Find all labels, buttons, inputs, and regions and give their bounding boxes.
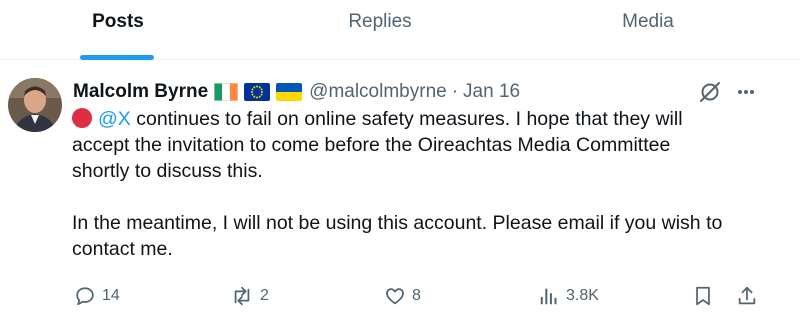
- ireland-flag-icon: [214, 83, 239, 101]
- post-text-line-1: @X continues to fail on online safety me…: [72, 106, 772, 132]
- post-date[interactable]: Jan 16: [463, 81, 520, 103]
- reply-count: 14: [102, 287, 120, 304]
- tab-replies-label: Replies: [348, 11, 412, 32]
- tab-media-label: Media: [622, 11, 674, 32]
- tab-replies[interactable]: Replies: [330, 0, 430, 60]
- share-icon: [738, 286, 756, 305]
- avatar-photo: [8, 78, 62, 132]
- repost-button[interactable]: 2: [230, 280, 269, 312]
- reply-icon: [76, 287, 94, 306]
- post-text: @X continues to fail on online safety me…: [72, 106, 772, 262]
- post-text-line-1-rest: continues to fail on online safety measu…: [130, 108, 683, 130]
- active-tab-indicator: [80, 55, 154, 60]
- ukraine-flag-icon: [276, 83, 303, 101]
- post-header: Malcolm Byrne @malcolmbyrne · Jan 16: [73, 78, 520, 106]
- grok-icon[interactable]: [698, 80, 722, 109]
- header-separator: ·: [451, 81, 459, 102]
- tab-media[interactable]: Media: [606, 0, 690, 60]
- mention-link[interactable]: @X: [98, 108, 131, 130]
- share-button[interactable]: [736, 280, 758, 312]
- views-button[interactable]: 3.8K: [538, 280, 599, 312]
- avatar[interactable]: [8, 78, 62, 132]
- view-count: 3.8K: [566, 287, 599, 304]
- author-display-name[interactable]: Malcolm Byrne: [73, 81, 208, 103]
- author-handle[interactable]: @malcolmbyrne: [309, 81, 447, 103]
- post-text-line-5: In the meantime, I will not be using thi…: [72, 212, 723, 234]
- tab-posts[interactable]: Posts: [70, 0, 166, 60]
- post-text-line-3: shortly to discuss this.: [72, 160, 263, 182]
- reply-button[interactable]: 14: [74, 280, 120, 312]
- repost-icon: [234, 286, 250, 306]
- views-icon: [540, 288, 557, 305]
- profile-tabs: Posts Replies Media: [0, 0, 800, 60]
- repost-count: 2: [260, 287, 269, 304]
- more-options-icon[interactable]: [736, 82, 756, 107]
- red-circle-icon: [72, 108, 92, 128]
- bookmark-button[interactable]: [693, 280, 713, 312]
- tab-posts-label: Posts: [92, 11, 144, 32]
- post-actions: 14 2 8 3.8K: [0, 280, 800, 312]
- post-text-line-2: accept the invitation to come before the…: [72, 134, 671, 156]
- like-button[interactable]: 8: [384, 280, 421, 312]
- bookmark-icon: [696, 286, 710, 306]
- post-text-line-6: contact me.: [72, 238, 173, 260]
- heart-icon: [386, 288, 404, 305]
- eu-flag-icon: [244, 83, 271, 101]
- like-count: 8: [412, 287, 421, 304]
- post-text-blank-line: [72, 184, 772, 210]
